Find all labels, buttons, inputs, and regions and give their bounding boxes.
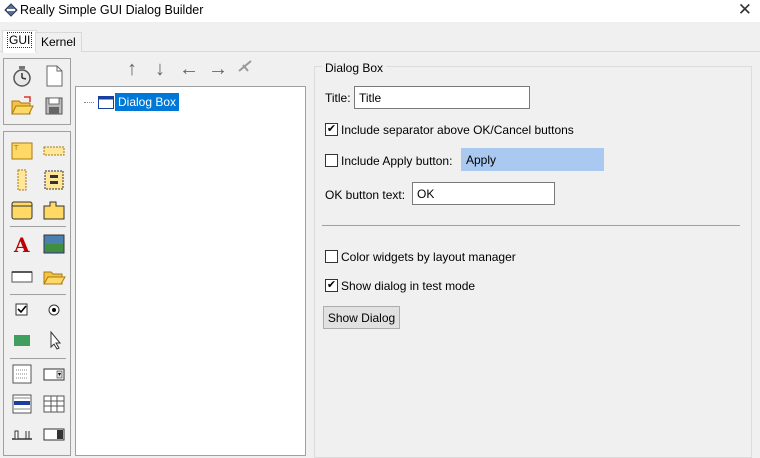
move-right-icon[interactable]: → [206, 56, 230, 82]
pointer-icon[interactable] [42, 328, 66, 352]
list-widget-icon[interactable] [10, 362, 34, 386]
image-widget-icon[interactable] [42, 232, 66, 256]
color-widgets-checkbox[interactable] [325, 250, 338, 263]
title-input[interactable] [354, 86, 530, 109]
delete-icon[interactable] [234, 56, 258, 82]
color-widgets-label: Color widgets by layout manager [341, 250, 516, 264]
label-widget-icon[interactable]: T [10, 138, 34, 162]
palette-divider [10, 358, 66, 359]
tab-kernel[interactable]: Kernel [35, 32, 82, 52]
tab-gui-label: GUI [6, 32, 33, 48]
test-mode-label: Show dialog in test mode [341, 279, 476, 293]
tab-gui[interactable]: GUI [2, 30, 38, 53]
tab-kernel-label: Kernel [41, 35, 76, 49]
progress-widget-icon[interactable] [10, 392, 34, 416]
move-up-icon[interactable]: ↑ [120, 56, 144, 82]
show-dialog-button[interactable]: Show Dialog [323, 306, 400, 329]
file-browse-icon[interactable] [42, 264, 66, 288]
apply-input[interactable] [461, 148, 604, 171]
widget-palette: T A [3, 131, 71, 456]
apply-checkbox[interactable] [325, 154, 338, 167]
new-file-icon[interactable] [42, 64, 66, 88]
move-down-icon[interactable]: ↓ [148, 56, 172, 82]
line-edit-icon[interactable] [10, 264, 34, 288]
group-title: Dialog Box [322, 61, 387, 75]
open-folder-icon[interactable] [10, 94, 34, 118]
slider-widget-icon[interactable] [10, 422, 34, 446]
title-label: Title: [325, 91, 351, 105]
frame-icon[interactable] [10, 198, 34, 222]
table-widget-icon[interactable] [42, 392, 66, 416]
apply-label: Include Apply button: [341, 154, 453, 168]
tree-node-label: Dialog Box [115, 93, 180, 111]
save-icon[interactable] [42, 94, 66, 118]
color-block-icon[interactable] [10, 328, 34, 352]
test-mode-checkbox[interactable]: ✔ [325, 279, 338, 292]
separator-checkbox[interactable]: ✔ [325, 123, 338, 136]
tab-strip: GUI Kernel [0, 28, 760, 53]
window-title: Really Simple GUI Dialog Builder [20, 3, 204, 17]
ok-text-label: OK button text: [325, 188, 406, 202]
close-icon[interactable]: ✕ [738, 0, 752, 20]
svg-text:A: A [13, 233, 30, 256]
vbox-icon[interactable] [10, 168, 34, 192]
file-toolbar [3, 58, 71, 125]
svg-text:T: T [13, 144, 19, 152]
stopwatch-icon[interactable] [10, 64, 34, 88]
separator-line [322, 225, 740, 226]
spinbox-widget-icon[interactable] [42, 422, 66, 446]
app-icon [4, 3, 18, 20]
hbox-icon[interactable] [42, 138, 66, 162]
combobox-widget-icon[interactable] [42, 362, 66, 386]
checkmark-icon: ✔ [326, 279, 337, 291]
move-left-icon[interactable]: ← [177, 56, 201, 82]
tab-widget-icon[interactable] [42, 198, 66, 222]
window-icon [98, 96, 114, 112]
text-widget-icon[interactable]: A [10, 232, 34, 257]
separator-label: Include separator above OK/Cancel button… [341, 123, 574, 137]
checkmark-icon: ✔ [326, 123, 337, 135]
widget-tree[interactable]: Dialog Box [75, 86, 306, 456]
radio-widget-icon[interactable] [42, 298, 66, 322]
palette-divider [10, 226, 66, 227]
ok-text-input[interactable] [412, 182, 555, 205]
tree-connector [84, 102, 94, 103]
title-bar: Really Simple GUI Dialog Builder ✕ [0, 0, 760, 22]
checkbox-widget-icon[interactable] [10, 298, 34, 322]
palette-divider [10, 294, 66, 295]
grid-layout-icon[interactable] [42, 168, 66, 192]
